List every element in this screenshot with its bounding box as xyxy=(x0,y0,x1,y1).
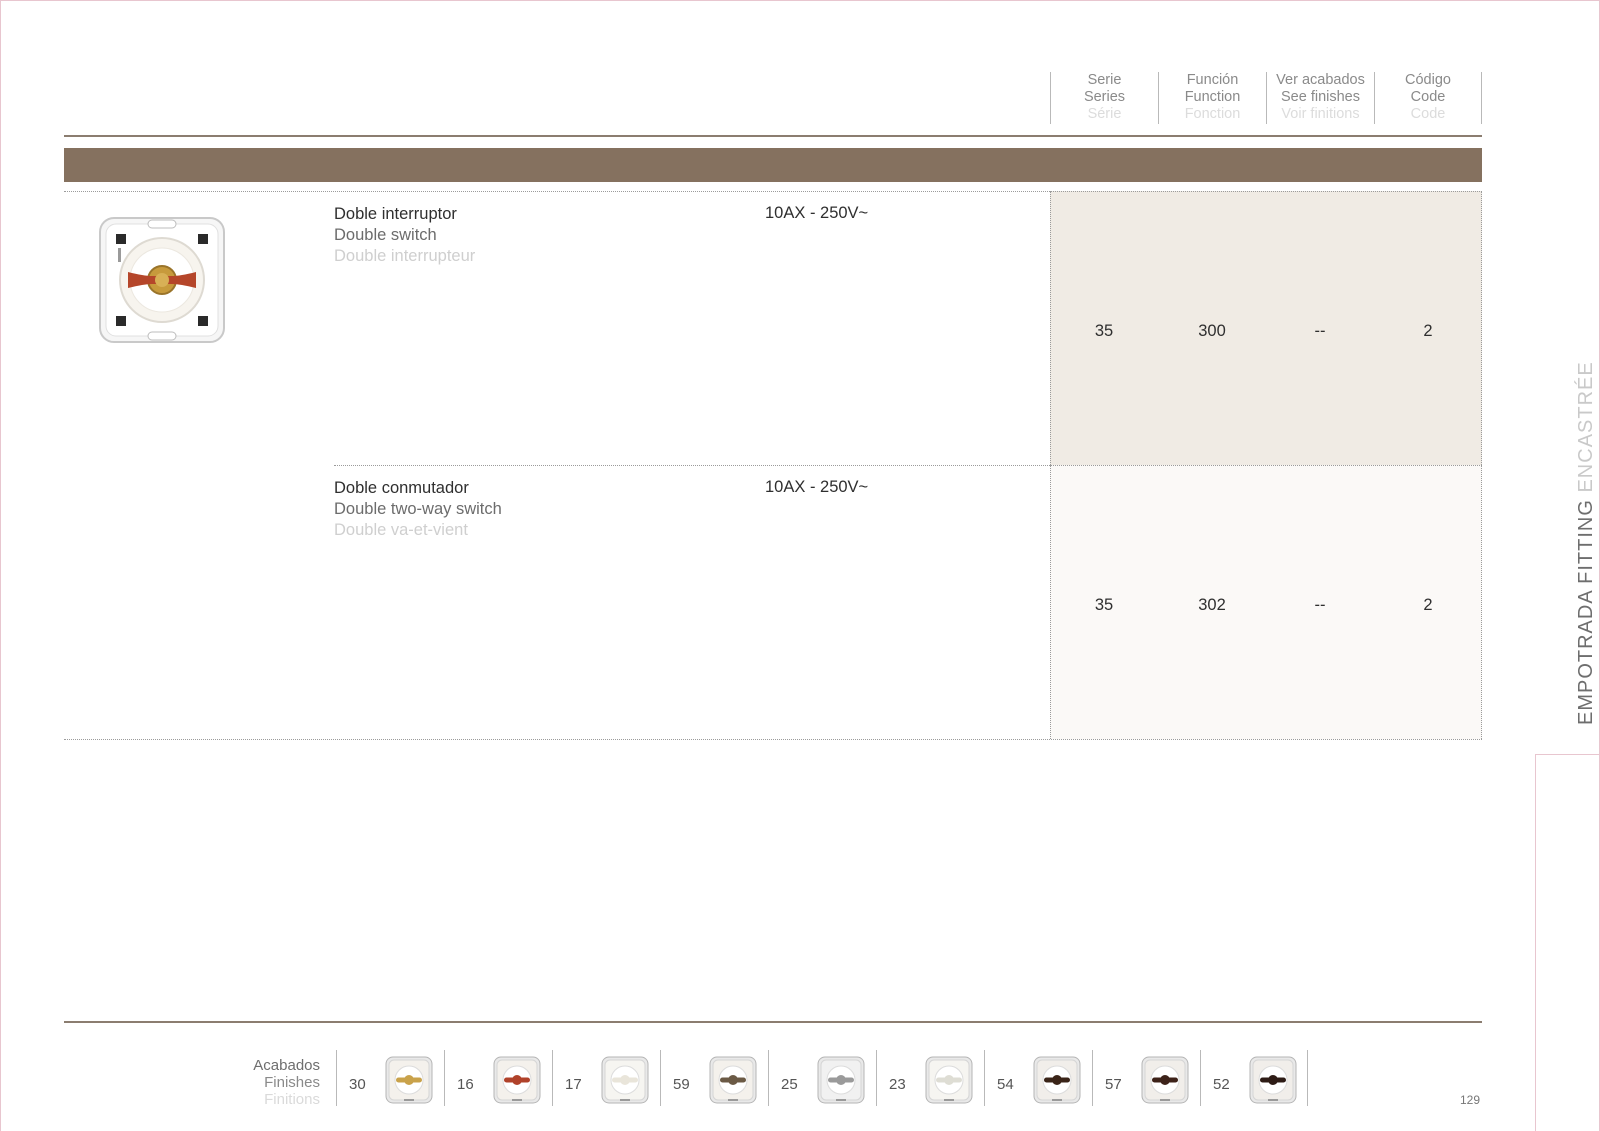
product-name-es: Doble interruptor xyxy=(334,205,457,223)
cell-code: 2 xyxy=(1423,596,1433,614)
header-label-fr: Série xyxy=(1087,106,1122,122)
table-top-divider xyxy=(64,191,1482,192)
product-name-fr: Double interrupteur xyxy=(334,247,476,265)
finish-switch-thumbnail xyxy=(1141,1056,1189,1104)
product-rating: 10AX - 250V~ xyxy=(765,204,869,222)
finish-code: 54 xyxy=(997,1076,1014,1093)
table-bottom-divider xyxy=(64,739,1482,740)
finish-swatch-52: 52 xyxy=(1200,1050,1308,1106)
cell-code: 2 xyxy=(1423,322,1433,340)
finish-switch-thumbnail xyxy=(709,1056,757,1104)
product-name-fr: Double va-et-vient xyxy=(334,521,468,539)
header-label-es: Ver acabados xyxy=(1276,72,1365,88)
side-tab-label-strong: EMPOTRADA FITTING xyxy=(1575,499,1597,725)
product-rating: 10AX - 250V~ xyxy=(765,478,869,496)
finish-switch-thumbnail xyxy=(493,1056,541,1104)
finish-switch-thumbnail xyxy=(385,1056,433,1104)
cell-finishes: -- xyxy=(1314,596,1326,614)
header-col-code: Código Code Code xyxy=(1374,72,1482,124)
finish-switch-thumbnail xyxy=(601,1056,649,1104)
cell-function: 302 xyxy=(1198,596,1226,614)
finish-code: 30 xyxy=(349,1076,366,1093)
finish-code: 25 xyxy=(781,1076,798,1093)
finish-code: 52 xyxy=(1213,1076,1230,1093)
finish-swatch-54: 54 xyxy=(984,1050,1092,1106)
header-label-fr: Code xyxy=(1410,106,1446,122)
finish-code: 59 xyxy=(673,1076,690,1093)
finishes-label: Acabados Finishes Finitions xyxy=(200,1057,320,1108)
cell-series: 35 xyxy=(1094,596,1114,614)
header-label-fr: Fonction xyxy=(1184,106,1241,122)
finish-switch-thumbnail xyxy=(1249,1056,1297,1104)
finish-switch-thumbnail xyxy=(1033,1056,1081,1104)
finish-swatch-57: 57 xyxy=(1092,1050,1200,1106)
finish-code: 23 xyxy=(889,1076,906,1093)
finish-code: 16 xyxy=(457,1076,474,1093)
product-name-en: Double two-way switch xyxy=(334,500,502,518)
header-col-function: Función Function Fonction xyxy=(1158,72,1266,124)
finish-swatch-30: 30 xyxy=(336,1050,444,1106)
header-label-en: Series xyxy=(1083,89,1126,105)
finishes-label-es: Acabados xyxy=(253,1057,320,1074)
header-label-es: Función xyxy=(1186,72,1239,88)
header-label-fr: Voir finitions xyxy=(1281,106,1360,122)
product-name-en: Double switch xyxy=(334,226,437,244)
finish-code: 17 xyxy=(565,1076,582,1093)
side-tab-label: EMPOTRADA FITTING ENCASTRÉE xyxy=(1575,361,1598,725)
header-col-finishes: Ver acabados See finishes Voir finitions xyxy=(1266,72,1374,124)
finishes-label-fr: Finitions xyxy=(264,1091,320,1108)
finish-swatch-17: 17 xyxy=(552,1050,660,1106)
row-divider xyxy=(334,465,1482,466)
finish-switch-thumbnail xyxy=(925,1056,973,1104)
header-label-en: Code xyxy=(1410,89,1446,105)
header-label-en: See finishes xyxy=(1281,89,1360,105)
header-label-en: Function xyxy=(1184,89,1241,105)
finish-swatch-59: 59 xyxy=(660,1050,768,1106)
finish-switch-thumbnail xyxy=(817,1056,865,1104)
page-number: 129 xyxy=(1460,1093,1481,1107)
product-description: Doble conmutador Double two-way switch D… xyxy=(334,478,502,541)
cell-finishes: -- xyxy=(1314,322,1326,340)
header-label-es: Código xyxy=(1405,72,1451,88)
finish-swatch-16: 16 xyxy=(444,1050,552,1106)
header-col-series: Serie Series Série xyxy=(1050,72,1158,124)
double-switch-product-image xyxy=(99,217,225,343)
header-label-es: Serie xyxy=(1087,72,1122,88)
finishes-label-en: Finishes xyxy=(264,1074,320,1091)
product-description: Doble interruptor Double switch Double i… xyxy=(334,204,475,267)
finish-swatch-25: 25 xyxy=(768,1050,876,1106)
finish-code: 57 xyxy=(1105,1076,1122,1093)
section-band xyxy=(64,148,1482,182)
finish-swatch-23: 23 xyxy=(876,1050,984,1106)
cell-series: 35 xyxy=(1094,322,1114,340)
product-name-es: Doble conmutador xyxy=(334,479,469,497)
header-rule xyxy=(64,135,1482,137)
cell-function: 300 xyxy=(1198,322,1226,340)
side-tab xyxy=(1535,754,1600,1131)
footer-rule xyxy=(64,1021,1482,1023)
side-tab-label-light: ENCASTRÉE xyxy=(1575,361,1597,500)
